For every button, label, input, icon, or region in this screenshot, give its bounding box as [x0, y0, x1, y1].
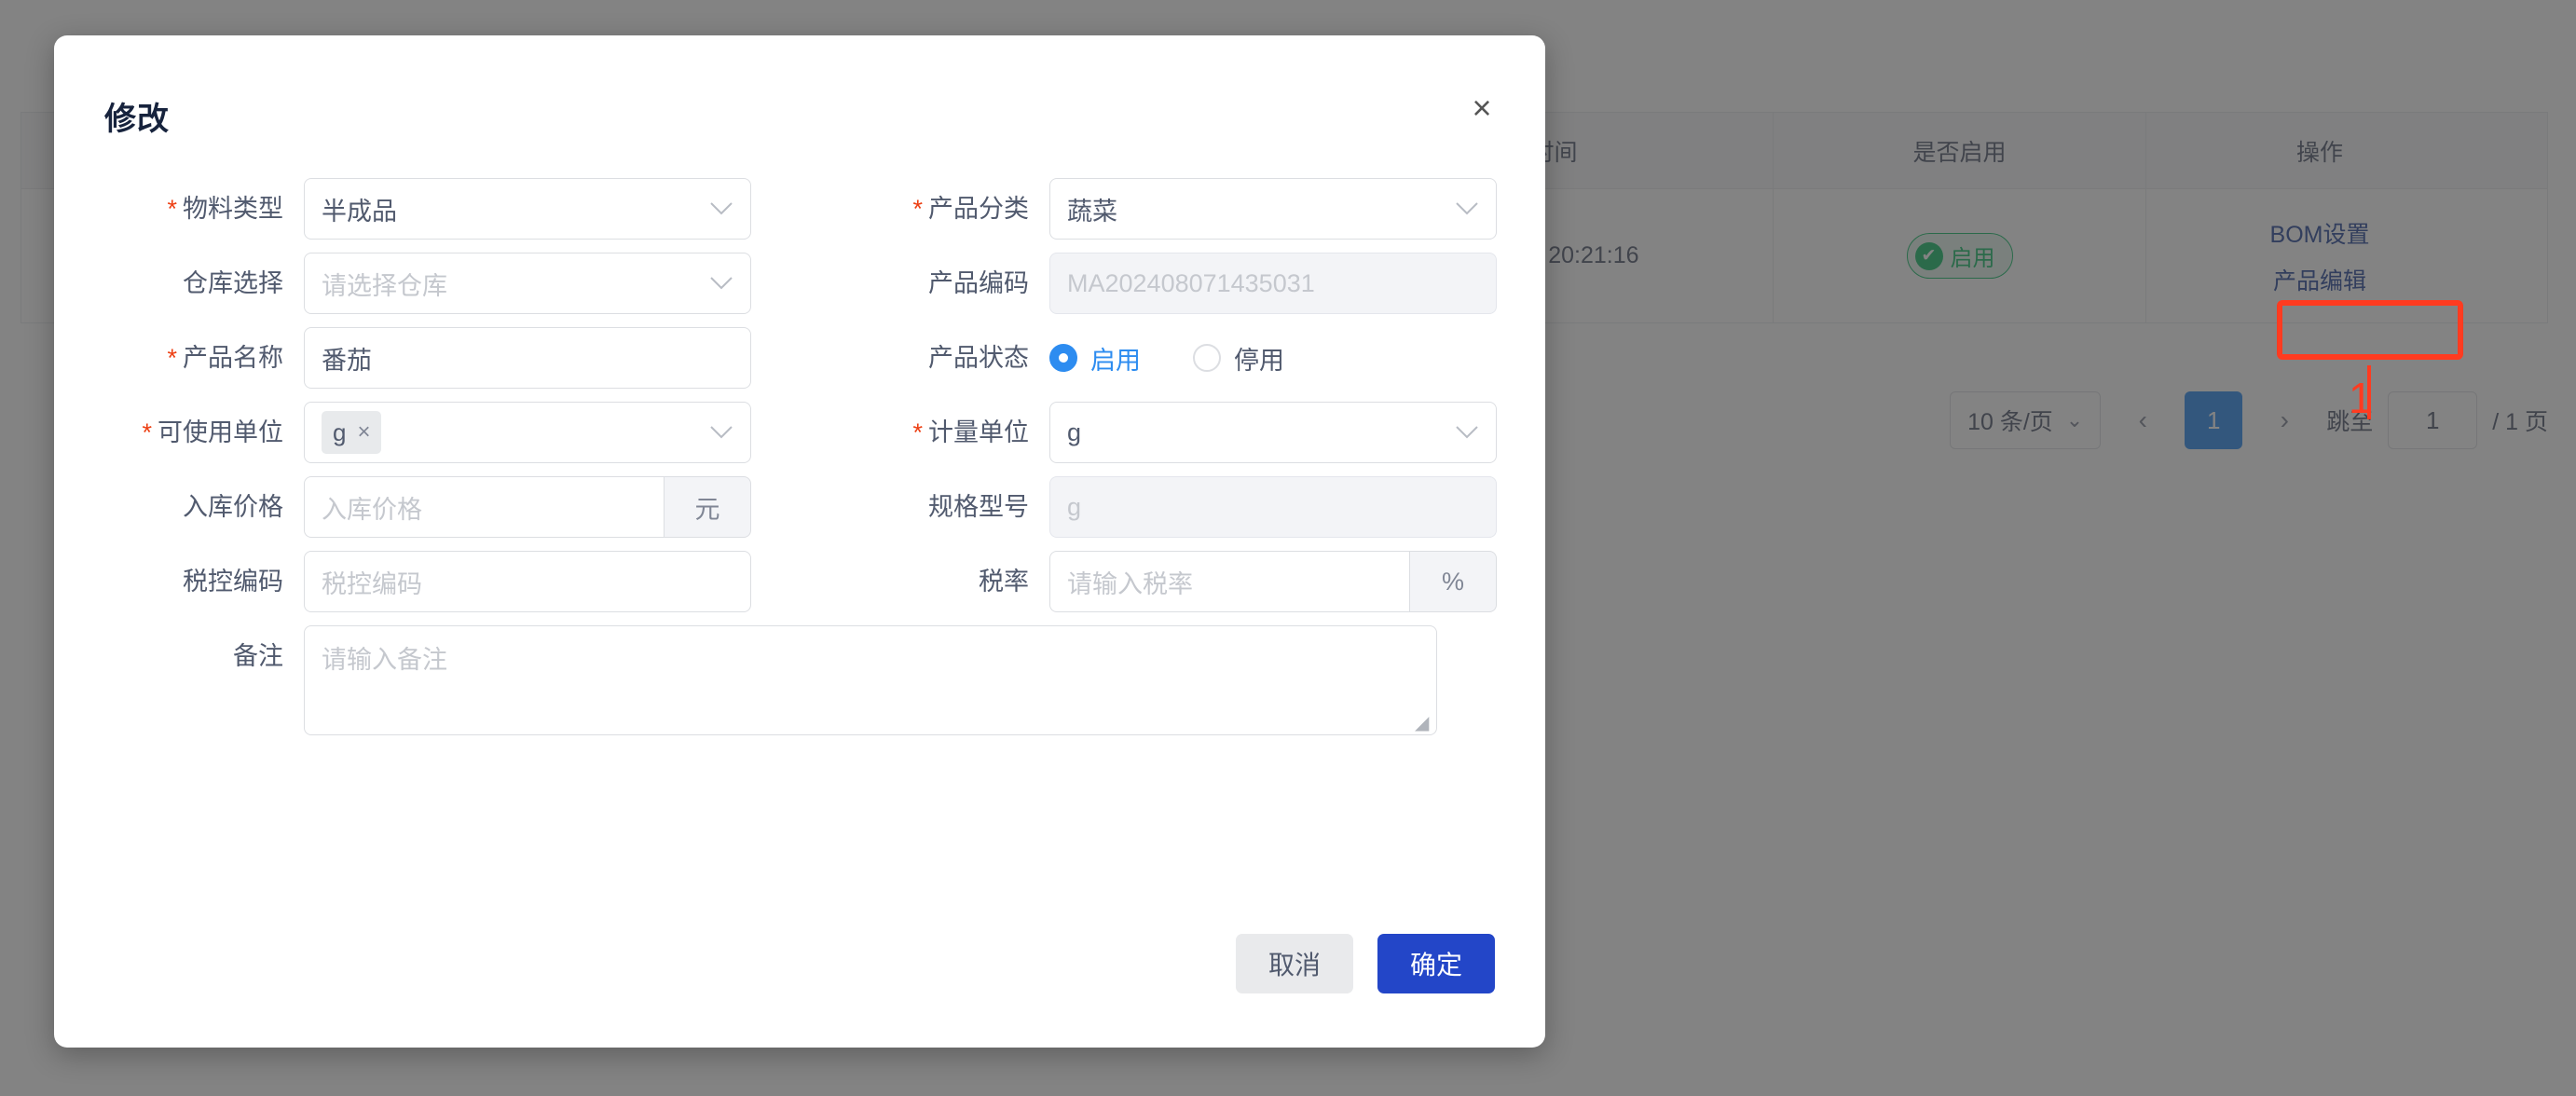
- chevron-down-icon: [709, 425, 733, 440]
- edit-product-modal: 修改 × *物料类型 半成品 *产: [54, 35, 1545, 1048]
- product-category-select[interactable]: 蔬菜: [1049, 178, 1497, 240]
- product-code-input: MA202408071435031: [1049, 253, 1497, 314]
- required-asterisk: *: [142, 418, 152, 446]
- radio-dot-selected-icon: [1049, 344, 1077, 372]
- field-product-status: 产品状态 启用 停用: [800, 327, 1545, 389]
- field-label-material-type: *物料类型: [54, 178, 304, 240]
- field-label-product-category: *产品分类: [800, 178, 1049, 240]
- field-label-product-code: 产品编码: [800, 253, 1049, 314]
- radio-enable[interactable]: 启用: [1049, 340, 1141, 377]
- field-label-spec-model: 规格型号: [800, 476, 1049, 538]
- product-status-radio-group: 启用 停用: [1049, 327, 1284, 389]
- field-label-product-status: 产品状态: [800, 327, 1049, 389]
- material-type-value: 半成品: [322, 191, 397, 227]
- close-icon[interactable]: ×: [357, 419, 370, 445]
- field-label-tax-code: 税控编码: [54, 551, 304, 612]
- field-measure-unit: *计量单位 g: [800, 402, 1545, 463]
- warehouse-placeholder: 请选择仓库: [322, 266, 447, 302]
- field-label-remark: 备注: [54, 625, 304, 687]
- annotation-label-1: 1: [2349, 373, 2373, 423]
- spec-model-value: g: [1067, 493, 1081, 522]
- required-asterisk: *: [167, 344, 177, 372]
- tax-rate-unit-addon: %: [1409, 551, 1497, 612]
- field-usable-unit: *可使用单位 g ×: [54, 402, 800, 463]
- remark-textarea[interactable]: 请输入备注 ◢: [304, 625, 1437, 735]
- form-row-6: 税控编码 税控编码 税率 请输入税率 %: [54, 551, 1545, 612]
- modal-title: 修改: [104, 93, 1495, 139]
- tax-rate-placeholder: 请输入税率: [1067, 564, 1193, 600]
- radio-enable-label: 启用: [1090, 340, 1141, 377]
- spec-model-input: g: [1049, 476, 1497, 538]
- close-icon[interactable]: ×: [1459, 86, 1504, 130]
- warehouse-select[interactable]: 请选择仓库: [304, 253, 751, 314]
- field-tax-rate: 税率 请输入税率 %: [800, 551, 1545, 612]
- product-name-value: 番茄: [322, 340, 372, 377]
- modal-footer: 取消 确定: [1236, 934, 1495, 993]
- required-asterisk: *: [167, 195, 177, 223]
- material-type-select[interactable]: 半成品: [304, 178, 751, 240]
- product-name-input[interactable]: 番茄: [304, 327, 751, 389]
- field-inbound-price: 入库价格 入库价格 元: [54, 476, 800, 538]
- form-row-5: 入库价格 入库价格 元 规格型号 g: [54, 476, 1545, 538]
- radio-disable-label: 停用: [1234, 340, 1284, 377]
- measure-unit-select[interactable]: g: [1049, 402, 1497, 463]
- field-label-measure-unit: *计量单位: [800, 402, 1049, 463]
- product-code-value: MA202408071435031: [1067, 269, 1315, 298]
- field-warehouse: 仓库选择 请选择仓库: [54, 253, 800, 314]
- cancel-button[interactable]: 取消: [1236, 934, 1353, 993]
- inbound-price-unit-addon: 元: [664, 476, 751, 538]
- chevron-down-icon: [1455, 425, 1479, 440]
- form-row-2: 仓库选择 请选择仓库 产品编码 MA202408071435031: [54, 253, 1545, 314]
- form-row-remark: 备注 请输入备注 ◢: [54, 625, 1545, 735]
- inbound-price-placeholder: 入库价格: [322, 489, 422, 526]
- tax-rate-group: 请输入税率 %: [1049, 551, 1497, 612]
- inbound-price-group: 入库价格 元: [304, 476, 751, 538]
- radio-disable[interactable]: 停用: [1193, 340, 1284, 377]
- measure-unit-value: g: [1067, 418, 1081, 447]
- field-label-warehouse: 仓库选择: [54, 253, 304, 314]
- form-row-3: *产品名称 番茄 产品状态 启用: [54, 327, 1545, 389]
- required-asterisk: *: [912, 195, 923, 223]
- resize-grip-icon[interactable]: ◢: [1415, 714, 1432, 731]
- field-label-inbound-price: 入库价格: [54, 476, 304, 538]
- chevron-down-icon: [709, 276, 733, 291]
- modal-body: *物料类型 半成品 *产品分类 蔬菜: [54, 139, 1545, 735]
- form-row-4: *可使用单位 g ×: [54, 402, 1545, 463]
- tax-code-input[interactable]: 税控编码: [304, 551, 751, 612]
- field-product-code: 产品编码 MA202408071435031: [800, 253, 1545, 314]
- usable-unit-multiselect[interactable]: g ×: [304, 402, 751, 463]
- field-label-usable-unit: *可使用单位: [54, 402, 304, 463]
- usable-unit-tag-label: g: [333, 418, 346, 447]
- remark-placeholder: 请输入备注: [322, 646, 447, 674]
- tax-rate-input[interactable]: 请输入税率: [1049, 551, 1409, 612]
- field-spec-model: 规格型号 g: [800, 476, 1545, 538]
- tax-code-placeholder: 税控编码: [322, 564, 422, 600]
- chevron-down-icon: [1455, 201, 1479, 216]
- field-product-category: *产品分类 蔬菜: [800, 178, 1545, 240]
- field-material-type: *物料类型 半成品: [54, 178, 800, 240]
- modal-header: 修改 ×: [54, 35, 1545, 139]
- annotation-box-product-edit: [2277, 300, 2463, 360]
- confirm-button[interactable]: 确定: [1377, 934, 1495, 993]
- usable-unit-tag: g ×: [322, 411, 381, 454]
- radio-dot-icon: [1193, 344, 1221, 372]
- field-product-name: *产品名称 番茄: [54, 327, 800, 389]
- field-tax-code: 税控编码 税控编码: [54, 551, 800, 612]
- chevron-down-icon: [709, 201, 733, 216]
- form-row-1: *物料类型 半成品 *产品分类 蔬菜: [54, 178, 1545, 240]
- field-label-tax-rate: 税率: [800, 551, 1049, 612]
- product-category-value: 蔬菜: [1067, 191, 1117, 227]
- required-asterisk: *: [912, 418, 923, 446]
- field-label-product-name: *产品名称: [54, 327, 304, 389]
- inbound-price-input[interactable]: 入库价格: [304, 476, 664, 538]
